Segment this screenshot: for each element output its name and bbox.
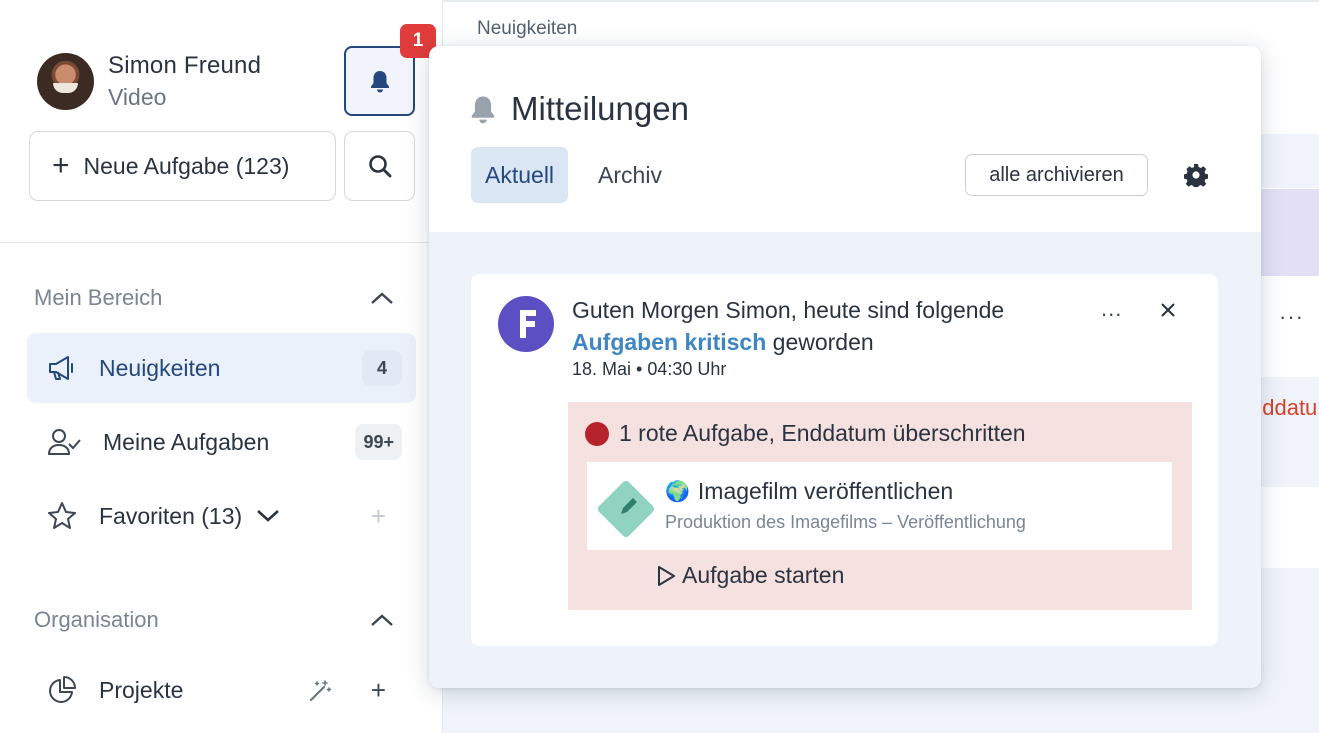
search-icon [368, 155, 391, 178]
sidebar-item-meine-aufgaben[interactable]: Meine Aufgaben 99+ [27, 407, 416, 477]
sidebar-item-label: Neuigkeiten [99, 354, 221, 381]
sidebar-item-favoriten[interactable]: Favoriten (13) + [27, 481, 416, 551]
notification-card[interactable]: Guten Morgen Simon, heute sind folgende … [471, 274, 1218, 646]
background-band [1260, 377, 1319, 487]
notification-time: 18. Mai • 04:30 Uhr [572, 359, 727, 379]
alert-heading-text: 1 rote Aufgabe, Enddatum überschritten [619, 420, 1026, 446]
notifications-panel: Mitteilungen Aktuell Archiv alle archivi… [429, 46, 1261, 688]
background-header-strip [1260, 189, 1319, 276]
message-text: geworden [766, 329, 874, 355]
user-profile[interactable]: Simon Freund Video [37, 52, 261, 111]
critical-tasks-link[interactable]: Aufgaben kritisch [572, 329, 766, 355]
section-title: Organisation [34, 607, 159, 632]
close-icon[interactable] [1160, 302, 1176, 318]
task-title: 🌍 Imagefilm veröffentlichen [665, 478, 953, 505]
message-text: Guten Morgen Simon, heute sind folgende [572, 297, 1005, 323]
start-task-label: Aufgabe starten [682, 562, 845, 588]
breadcrumb: Neuigkeiten [477, 18, 578, 39]
plus-icon: + [52, 149, 70, 182]
start-task-button[interactable]: Aufgabe starten [656, 562, 844, 589]
megaphone-icon [49, 356, 73, 380]
pencil-icon [621, 498, 637, 514]
sidebar-item-projekte[interactable]: Projekte + [27, 655, 416, 725]
task-subtitle: Produktion des Imagefilms – Veröffentlic… [665, 512, 1026, 532]
count-badge: 99+ [355, 424, 402, 460]
section-organisation[interactable]: Organisation [34, 607, 394, 633]
red-status-icon [585, 421, 609, 446]
user-name: Simon Freund [108, 52, 262, 79]
user-check-icon [48, 429, 81, 455]
star-icon [48, 502, 76, 529]
chevron-up-icon[interactable] [370, 613, 394, 627]
avatar[interactable] [37, 53, 94, 110]
new-task-button[interactable]: + Neue Aufgabe (123) [29, 131, 336, 201]
panel-header: Mitteilungen [469, 90, 689, 128]
sidebar-divider [0, 242, 443, 243]
globe-icon: 🌍 [665, 481, 690, 503]
tab-aktuell[interactable]: Aktuell [471, 147, 569, 203]
sidebar: Simon Freund Video 1 + Neue Aufgabe (123… [0, 0, 443, 733]
alert-heading: 1 rote Aufgabe, Enddatum überschritten [585, 420, 1026, 447]
add-favorite-button[interactable]: + [371, 501, 386, 532]
app-logo-icon [498, 296, 554, 352]
new-task-label: Neue Aufgabe (123) [83, 152, 290, 179]
section-mein-bereich[interactable]: Mein Bereich [34, 285, 394, 311]
add-project-button[interactable]: + [371, 675, 386, 706]
count-badge: 4 [362, 350, 402, 386]
sidebar-item-label: Meine Aufgaben [103, 428, 270, 455]
section-title: Mein Bereich [34, 285, 163, 310]
bell-icon [471, 96, 495, 124]
sidebar-item-label: Projekte [99, 676, 184, 703]
tab-archiv[interactable]: Archiv [584, 147, 676, 203]
chevron-up-icon[interactable] [370, 291, 394, 305]
notification-message: Guten Morgen Simon, heute sind folgende … [572, 294, 1082, 358]
chevron-down-icon[interactable] [256, 509, 280, 523]
bell-icon [370, 71, 389, 93]
sidebar-item-label: Favoriten (13) [99, 502, 243, 529]
play-icon [658, 565, 675, 586]
pie-chart-icon [49, 676, 76, 703]
panel-title: Mitteilungen [511, 90, 689, 127]
more-options-icon[interactable]: ··· [1279, 304, 1304, 330]
task-title-text: Imagefilm veröffentlichen [697, 478, 954, 504]
overdue-alert: 1 rote Aufgabe, Enddatum überschritten 🌍… [568, 402, 1192, 610]
sidebar-item-neuigkeiten[interactable]: Neuigkeiten 4 [27, 333, 416, 403]
search-button[interactable] [344, 131, 415, 201]
task-card[interactable]: 🌍 Imagefilm veröffentlichen Produktion d… [587, 462, 1172, 550]
notification-more-button[interactable]: ... [1101, 296, 1122, 322]
gear-icon[interactable] [1184, 163, 1208, 187]
user-role: Video [108, 84, 167, 110]
panel-tabs: Aktuell Archiv [471, 147, 692, 203]
magic-wand-icon[interactable] [308, 679, 332, 703]
archive-all-button[interactable]: alle archivieren [965, 154, 1148, 196]
